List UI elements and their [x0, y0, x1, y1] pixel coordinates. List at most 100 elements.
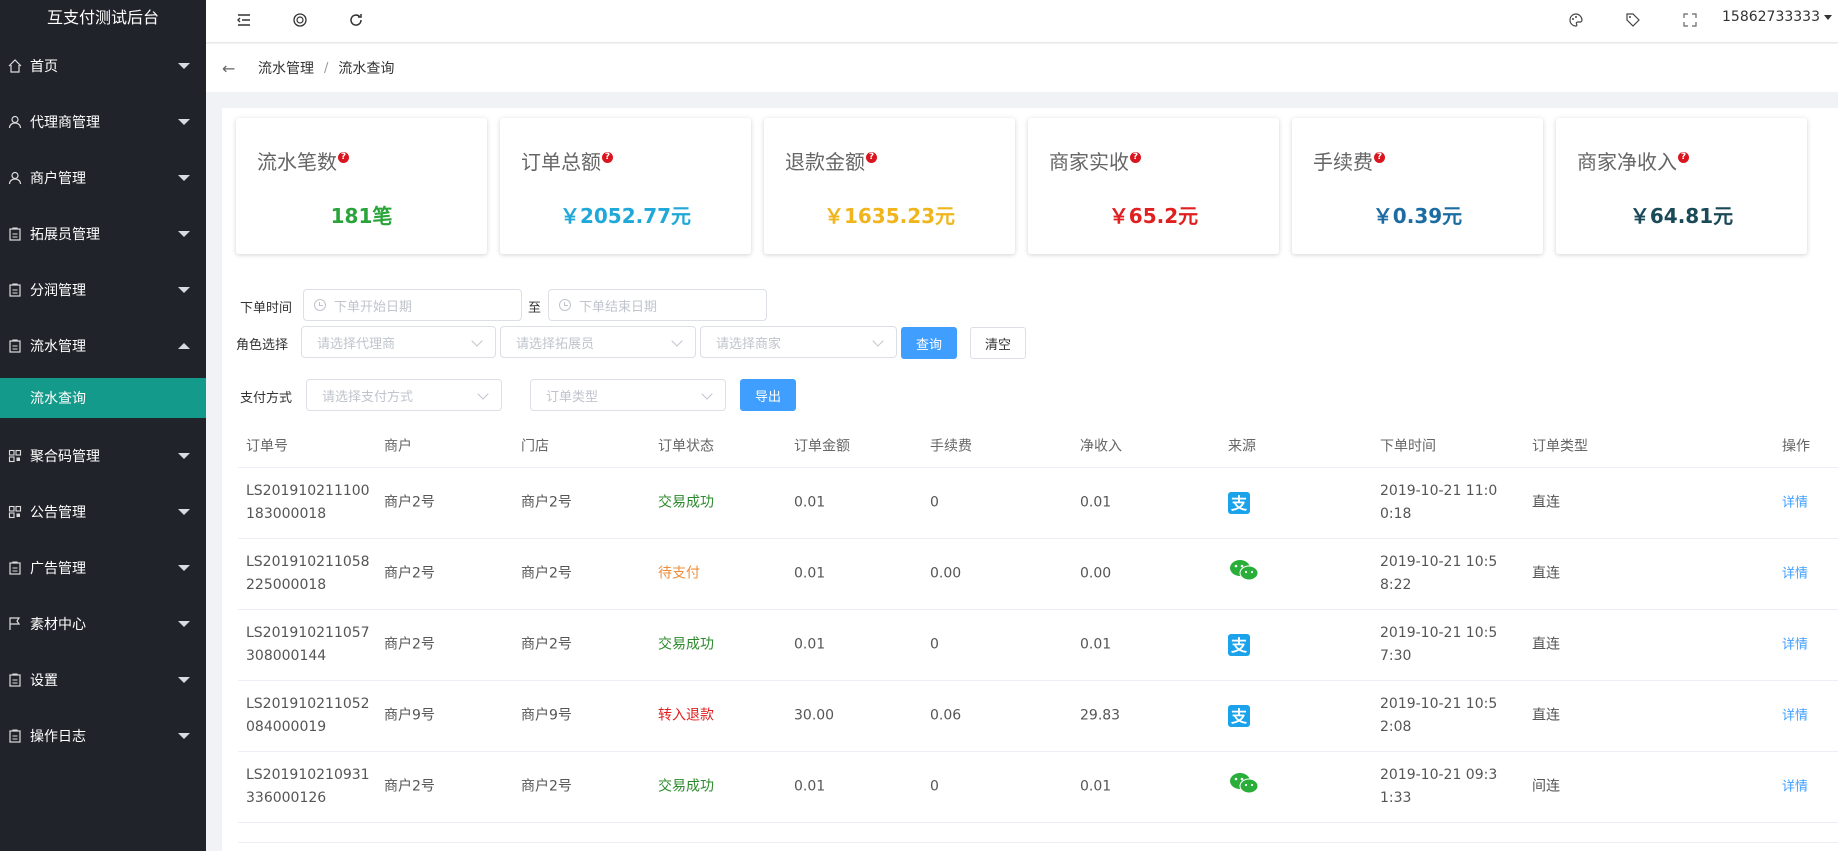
breadcrumb: ← 流水管理 / 流水查询	[206, 44, 1838, 92]
cell-amount: 0.01	[794, 636, 826, 653]
clear-button[interactable]: 清空	[970, 327, 1026, 359]
sidebar-item-11[interactable]: 操作日志	[0, 708, 206, 764]
tag-icon[interactable]	[1623, 10, 1643, 30]
clipboard-icon	[6, 559, 24, 577]
cell-type: 直连	[1532, 494, 1560, 511]
breadcrumb-separator: /	[324, 60, 329, 76]
fullscreen-icon[interactable]	[1680, 10, 1700, 30]
table-row: LS201910211058225000018 商户2号 商户2号 待支付 0.01 0.…	[238, 539, 1838, 610]
sidebar-item-3[interactable]: 拓展员管理	[0, 206, 206, 262]
sidebar-item-9[interactable]: 素材中心	[0, 596, 206, 652]
cell-id: LS201910211100183000018	[246, 483, 370, 522]
cell-net: 0.01	[1080, 636, 1112, 653]
help-icon[interactable]: ?	[1678, 152, 1689, 163]
staff-select[interactable]: 请选择拓展员	[500, 326, 696, 358]
caret-down-icon	[178, 509, 190, 515]
stat-label: 流水笔数?	[257, 146, 349, 175]
end-date-input[interactable]: 下单结束日期	[548, 289, 767, 321]
sidebar-item-1[interactable]: 代理商管理	[0, 94, 206, 150]
detail-link[interactable]: 详情	[1782, 563, 1808, 586]
cell-merchant: 商户2号	[384, 494, 435, 511]
sidebar-item-4[interactable]: 分润管理	[0, 262, 206, 318]
menu-fold-icon[interactable]	[234, 10, 254, 30]
palette-icon[interactable]	[1566, 10, 1586, 30]
clipboard-icon	[6, 727, 24, 745]
flag-icon	[6, 615, 24, 633]
query-button[interactable]: 查询	[901, 327, 957, 359]
merchant-placeholder: 请选择商家	[716, 336, 782, 352]
agent-select[interactable]: 请选择代理商	[301, 326, 496, 358]
sidebar-item-0[interactable]: 首页	[0, 38, 206, 94]
cell-time: 2019-10-21 10:57:30	[1380, 625, 1498, 664]
orders-table: 订单号 商户 门店 订单状态 订单金额 手续费 净收入 来源 下单时间 订单类型 操作 LS2019…	[238, 426, 1838, 843]
sidebar-item-8[interactable]: 广告管理	[0, 540, 206, 596]
stat-label-text: 商家实收	[1049, 150, 1129, 174]
cell-time: 2019-10-21 10:52:08	[1380, 696, 1498, 735]
order-type-placeholder: 订单类型	[546, 389, 599, 405]
sidebar-item-label: 操作日志	[30, 729, 86, 745]
chevron-down-icon	[671, 335, 683, 347]
wechat-icon	[1228, 771, 1260, 803]
chevron-down-icon	[701, 388, 713, 400]
stat-label-text: 流水笔数	[257, 150, 337, 174]
cell-merchant: 商户2号	[384, 565, 435, 582]
user-menu[interactable]: 15862733333	[1722, 9, 1832, 25]
wechat-icon	[1228, 558, 1260, 590]
sidebar-item-6[interactable]: 聚合码管理	[0, 428, 206, 484]
cell-store: 商户2号	[521, 565, 572, 582]
detail-link[interactable]: 详情	[1782, 492, 1808, 515]
sidebar-item-10[interactable]: 设置	[0, 652, 206, 708]
help-icon[interactable]: ?	[602, 152, 613, 163]
cell-merchant: 商户9号	[384, 707, 435, 724]
stat-value: ￥64.81元	[1629, 204, 1734, 228]
table-body: LS201910211100183000018 商户2号 商户2号 交易成功 0.01 0…	[238, 468, 1838, 823]
export-button[interactable]: 导出	[740, 379, 796, 411]
stat-value: ￥2052.77元	[559, 204, 692, 228]
merchant-select[interactable]: 请选择商家	[700, 326, 897, 358]
stat-value: ￥0.39元	[1372, 204, 1463, 228]
clock-icon	[314, 299, 326, 311]
help-icon[interactable]: ?	[338, 152, 349, 163]
caret-down-icon	[178, 287, 190, 293]
caret-down-icon	[178, 565, 190, 571]
sidebar: 互支付测试后台 首页 代理商管理 商户管理 拓展员管理 分润管理 流水管理 流水查询 聚合码管…	[0, 0, 206, 851]
cell-status: 交易成功	[658, 636, 714, 653]
cell-id: LS201910211052084000019	[246, 696, 370, 735]
help-icon[interactable]: ?	[1130, 152, 1141, 163]
sidebar-item-2[interactable]: 商户管理	[0, 150, 206, 206]
sidebar-item-7[interactable]: 公告管理	[0, 484, 206, 540]
detail-link[interactable]: 详情	[1782, 634, 1808, 657]
stat-label-text: 退款金额	[785, 150, 865, 174]
order-type-select[interactable]: 订单类型	[530, 379, 726, 411]
breadcrumb-current: 流水查询	[338, 61, 395, 77]
cell-id: LS201910211058225000018	[246, 554, 370, 593]
column-header: 净收入	[1080, 438, 1122, 454]
sidebar-subitem-active[interactable]: 流水查询	[0, 378, 206, 418]
stat-value: ￥1635.23元	[823, 204, 956, 228]
agent-placeholder: 请选择代理商	[317, 336, 396, 352]
breadcrumb-parent[interactable]: 流水管理	[258, 58, 314, 78]
back-arrow-icon[interactable]: ←	[222, 59, 242, 78]
detail-link[interactable]: 详情	[1782, 776, 1808, 799]
help-icon[interactable]: ?	[1374, 152, 1385, 163]
order-time-label: 下单时间	[240, 301, 293, 316]
qrcode-icon	[6, 447, 24, 465]
caret-down-icon	[178, 119, 190, 125]
cell-type: 间连	[1532, 778, 1560, 795]
pay-method-select[interactable]: 请选择支付方式	[306, 379, 502, 411]
detail-link[interactable]: 详情	[1782, 705, 1808, 728]
cell-type: 直连	[1532, 636, 1560, 653]
chevron-down-icon	[471, 335, 483, 347]
table-row: LS201910211100183000018 商户2号 商户2号 交易成功 0.01 0…	[238, 468, 1838, 539]
cell-store: 商户9号	[521, 707, 572, 724]
cell-merchant: 商户2号	[384, 778, 435, 795]
top-bar: 15862733333	[206, 0, 1838, 43]
start-date-input[interactable]: 下单开始日期	[303, 289, 522, 321]
table-row-partial	[238, 823, 1838, 843]
refresh-icon[interactable]	[346, 10, 366, 30]
sidebar-item-5[interactable]: 流水管理	[0, 318, 206, 374]
globe-icon[interactable]	[290, 10, 310, 30]
caret-down-icon	[178, 733, 190, 739]
cell-type: 直连	[1532, 565, 1560, 582]
help-icon[interactable]: ?	[866, 152, 877, 163]
